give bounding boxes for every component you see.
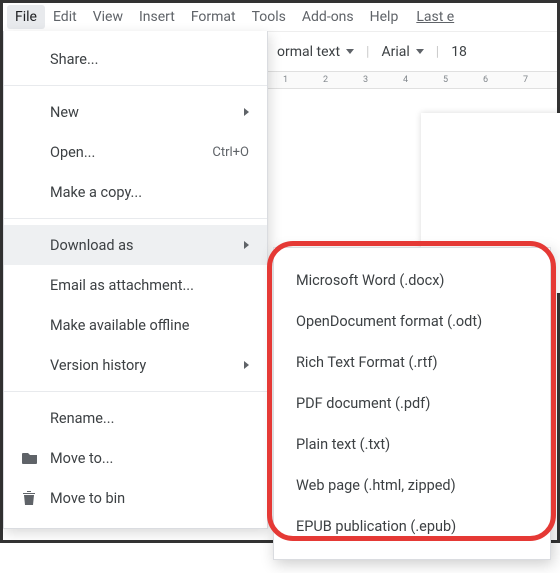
ruler-tick: 4 [403,75,408,85]
font-label: Arial [381,44,409,60]
menu-view[interactable]: View [85,5,131,29]
menu-move-to-bin[interactable]: Move to bin [4,478,267,518]
download-html[interactable]: Web page (.html, zipped) [274,465,550,506]
chevron-down-icon [346,49,354,54]
menu-rename[interactable]: Rename... [4,398,267,438]
shortcut-label: Ctrl+O [212,145,249,160]
chevron-right-icon [244,241,249,249]
file-menu-dropdown: Share... New Open... Ctrl+O Make a copy.… [3,31,268,529]
download-docx[interactable]: Microsoft Word (.docx) [274,260,550,301]
ruler-tick: 6 [483,75,488,85]
menu-edit[interactable]: Edit [45,5,85,29]
menu-version-history[interactable]: Version history [4,345,267,385]
ruler-tick: 2 [323,75,328,85]
separator [4,218,267,219]
ruler-tick: 1 [283,75,288,85]
menu-open[interactable]: Open... Ctrl+O [4,132,267,172]
chevron-right-icon [244,108,249,116]
separator [4,85,267,86]
chevron-right-icon [244,361,249,369]
download-pdf[interactable]: PDF document (.pdf) [274,383,550,424]
download-rtf[interactable]: Rich Text Format (.rtf) [274,342,550,383]
menu-download-as[interactable]: Download as [4,225,267,265]
menu-help[interactable]: Help [362,5,407,29]
ruler-tick: 7 [523,75,528,85]
ruler-tick: 5 [443,75,448,85]
menu-share[interactable]: Share... [4,39,267,79]
download-odt[interactable]: OpenDocument format (.odt) [274,301,550,342]
toolbar-separator: | [434,44,441,60]
menu-available-offline[interactable]: Make available offline [4,305,267,345]
menu-tools[interactable]: Tools [244,5,294,29]
font-size-select[interactable]: 18 [445,39,473,65]
menu-addons[interactable]: Add-ons [294,5,362,29]
menubar: File Edit View Insert Format Tools Add-o… [3,3,557,31]
last-edit-link[interactable]: Last e [416,9,454,25]
download-txt[interactable]: Plain text (.txt) [274,424,550,465]
font-select[interactable]: Arial [375,39,429,65]
paragraph-style-label: ormal text [277,44,340,60]
toolbar-separator: | [364,44,371,60]
menu-move-to[interactable]: Move to... [4,438,267,478]
font-size-value: 18 [451,44,467,60]
paragraph-style-select[interactable]: ormal text [271,39,360,65]
chevron-down-icon [416,49,424,54]
menu-format[interactable]: Format [183,5,244,29]
menu-email-attachment[interactable]: Email as attachment... [4,265,267,305]
separator [4,391,267,392]
trash-icon [22,490,50,506]
menu-new[interactable]: New [4,92,267,132]
ruler-tick: 3 [363,75,368,85]
download-epub[interactable]: EPUB publication (.epub) [274,506,550,547]
menu-insert[interactable]: Insert [131,5,183,29]
download-as-submenu: Microsoft Word (.docx) OpenDocument form… [273,247,551,560]
menu-make-copy[interactable]: Make a copy... [4,172,267,212]
folder-icon [22,451,50,465]
menu-file[interactable]: File [7,5,45,29]
